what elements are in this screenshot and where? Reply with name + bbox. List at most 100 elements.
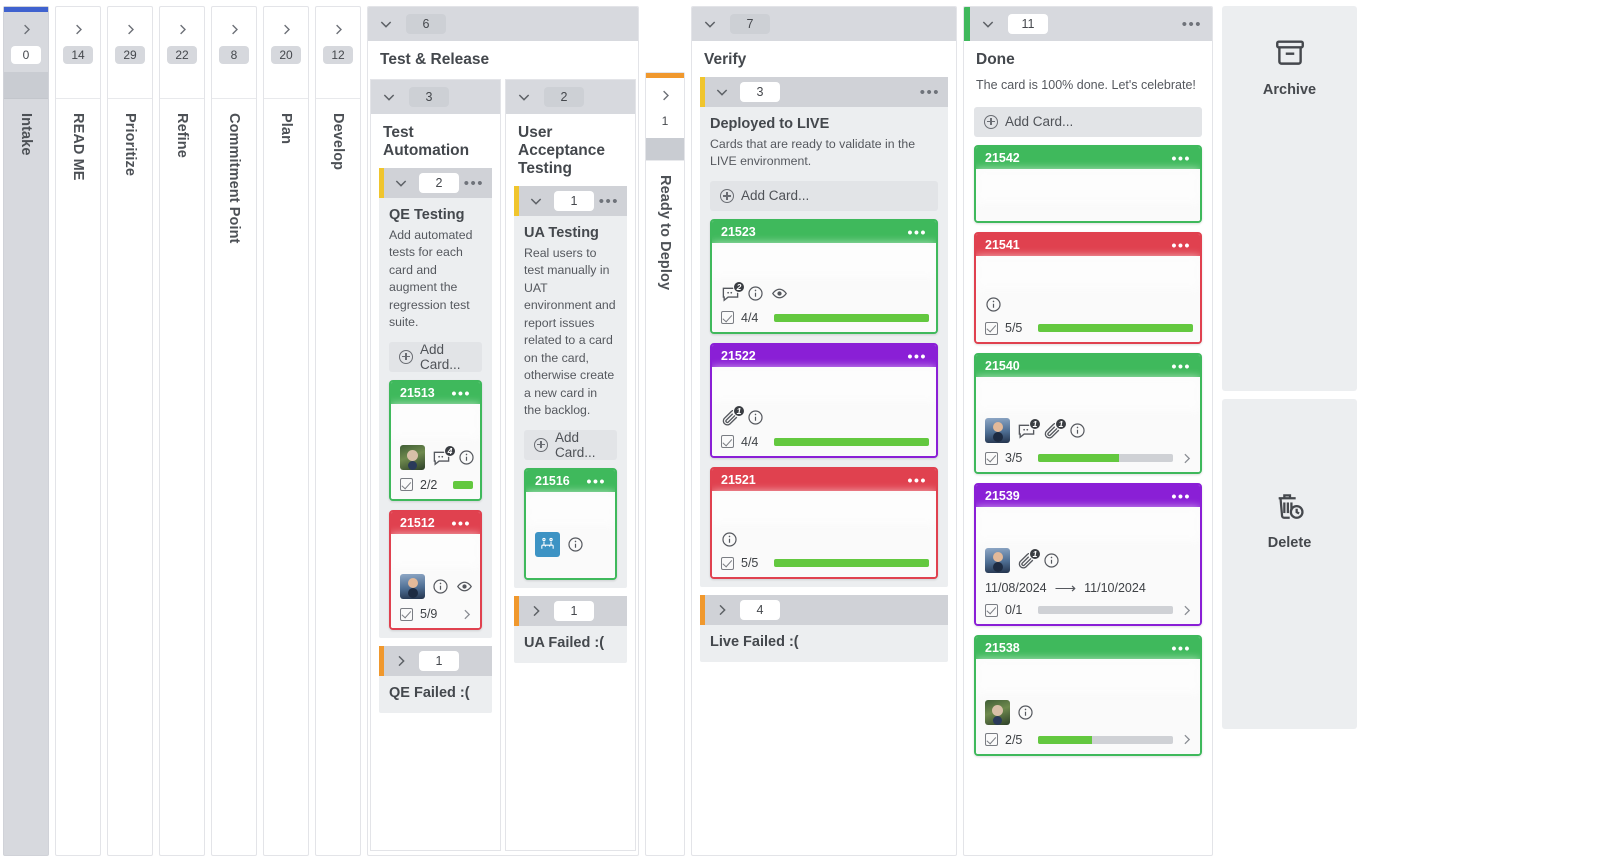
group-collapsed-ua-failed[interactable]: 1 UA Failed :(	[514, 596, 627, 664]
info-icon[interactable]	[432, 578, 449, 595]
group-header-deployed-to-live[interactable]: 3 •••	[700, 77, 948, 107]
lane-count-badge: 1	[650, 112, 680, 130]
plus-circle-icon	[984, 114, 998, 129]
lane-title: Intake	[18, 113, 34, 156]
card[interactable]: 21541 ••• 5/5	[974, 231, 1202, 345]
card[interactable]: 21521 ••• 5/5	[710, 466, 938, 580]
add-card-button[interactable]: Add Card...	[389, 341, 482, 372]
group-header-qe-testing[interactable]: 2 •••	[379, 168, 492, 198]
delete-drop-zone[interactable]: Delete	[1222, 399, 1357, 729]
info-icon[interactable]	[985, 296, 1002, 313]
sublane-header-test-automation[interactable]: 3	[371, 80, 500, 114]
lane-menu-icon[interactable]: •••	[1182, 16, 1202, 33]
attachment-icon[interactable]: 1	[1017, 548, 1041, 570]
checklist-ratio: 3/5	[1005, 451, 1023, 466]
chevron-down-icon[interactable]	[378, 16, 394, 32]
comment-icon[interactable]: 2	[721, 280, 745, 303]
chevron-down-icon[interactable]	[980, 16, 996, 32]
add-card-button[interactable]: Add Card...	[710, 180, 938, 211]
expand-arrow-icon[interactable]	[1180, 452, 1193, 465]
card[interactable]: 21539 ••• 1 11/08/2024 ⟶ 11/10/2024 0/1	[974, 483, 1202, 627]
sublane-header-uat[interactable]: 2	[506, 80, 635, 114]
chevron-down-icon[interactable]	[516, 89, 532, 105]
lane-header-verify[interactable]: 7	[692, 7, 956, 41]
sublane-row: 3 Test Automation 2 ••• QE Testing Add a…	[368, 77, 638, 855]
card-meta	[976, 289, 1200, 317]
lane-header-fill	[646, 138, 684, 160]
group-header-live-failed[interactable]: 4	[700, 595, 948, 626]
chevron-down-icon[interactable]	[381, 89, 397, 105]
chevron-right-icon[interactable]	[393, 653, 409, 669]
expand-arrow-icon[interactable]	[460, 608, 473, 621]
comment-icon[interactable]: 4	[432, 444, 456, 467]
lane-collapsed-develop[interactable]: 12 Develop	[315, 6, 361, 856]
chevron-down-icon[interactable]	[528, 193, 544, 209]
chevron-right-icon[interactable]	[56, 12, 100, 46]
chevron-right-icon[interactable]	[160, 12, 204, 46]
add-card-button[interactable]: Add Card...	[974, 106, 1202, 137]
info-icon[interactable]	[1043, 552, 1060, 569]
lane-header-fill	[264, 72, 308, 98]
lane-header-fill	[212, 72, 256, 98]
lane-header-test-and-release[interactable]: 6	[368, 7, 638, 41]
lane-count-badge: 12	[323, 46, 353, 64]
lane-header-fill	[56, 72, 100, 98]
group-menu-icon[interactable]: •••	[920, 84, 940, 101]
info-icon[interactable]	[458, 449, 475, 466]
attachment-icon[interactable]: 1	[721, 404, 745, 427]
lane-collapsed-refine[interactable]: 22 Refine	[159, 6, 205, 856]
info-icon[interactable]	[1069, 422, 1086, 439]
plus-circle-icon	[534, 437, 548, 452]
card-footer: 5/5	[712, 551, 936, 578]
group-header-ua-failed[interactable]: 1	[514, 596, 627, 627]
group-collapsed-live-failed[interactable]: 4 Live Failed :(	[700, 595, 948, 663]
chevron-right-icon[interactable]	[316, 12, 360, 46]
comment-icon[interactable]: 1	[1017, 418, 1041, 440]
info-icon[interactable]	[721, 531, 738, 548]
chevron-right-icon[interactable]	[4, 12, 48, 46]
lane-title: Plan	[278, 113, 294, 145]
lane-collapsed-ready-to-deploy[interactable]: 1 Ready to Deploy	[645, 72, 685, 856]
card[interactable]: 21522 ••• 1 4/4	[710, 342, 938, 458]
archive-drop-zone[interactable]: Archive	[1222, 6, 1357, 391]
sublane-title: Test Automation	[383, 124, 470, 159]
card[interactable]: 21538 ••• 2/5	[974, 635, 1202, 756]
card[interactable]: 21540 ••• 1 1 3/5	[974, 353, 1202, 475]
chevron-right-icon[interactable]	[264, 12, 308, 46]
add-card-button[interactable]: Add Card...	[524, 429, 617, 460]
group-header-qe-failed[interactable]: 1	[379, 646, 492, 677]
chevron-down-icon[interactable]	[393, 175, 409, 191]
expand-arrow-icon[interactable]	[1180, 604, 1193, 617]
lane-collapsed-prioritize[interactable]: 29 Prioritize	[107, 6, 153, 856]
card[interactable]: 21516 •••	[524, 467, 617, 581]
lane-collapsed-read-me[interactable]: 14 READ ME	[55, 6, 101, 856]
expand-arrow-icon[interactable]	[1180, 733, 1193, 746]
lane-collapsed-commitment-point[interactable]: 8 Commitment Point	[211, 6, 257, 856]
chevron-right-icon[interactable]	[528, 603, 544, 619]
group-menu-icon[interactable]: •••	[464, 175, 484, 192]
chevron-right-icon[interactable]	[212, 12, 256, 46]
chevron-right-icon[interactable]	[108, 12, 152, 46]
lane-collapsed-plan[interactable]: 20 Plan	[263, 6, 309, 856]
card[interactable]: 21512 ••• 5/9	[389, 509, 482, 631]
lane-header-done[interactable]: 11 •••	[964, 7, 1212, 41]
card[interactable]: 21523 ••• 2 4/4	[710, 218, 938, 334]
chevron-right-icon[interactable]	[646, 78, 684, 112]
watch-eye-icon[interactable]	[456, 578, 473, 595]
chevron-down-icon[interactable]	[702, 16, 718, 32]
lane-collapsed-intake[interactable]: 0 Intake	[3, 6, 49, 856]
watch-eye-icon[interactable]	[771, 285, 788, 302]
lane-count-badge: 8	[219, 46, 249, 64]
group-menu-icon[interactable]: •••	[599, 193, 619, 210]
info-icon[interactable]	[747, 409, 764, 426]
chevron-right-icon[interactable]	[714, 602, 730, 618]
info-icon[interactable]	[747, 285, 764, 302]
group-header-ua-testing[interactable]: 1 •••	[514, 186, 627, 216]
info-icon[interactable]	[567, 536, 584, 553]
card[interactable]: 21513 ••• 4 2/2	[389, 379, 482, 501]
card[interactable]: 21542 •••	[974, 144, 1202, 223]
group-collapsed-qe-failed[interactable]: 1 QE Failed :(	[379, 646, 492, 714]
info-icon[interactable]	[1017, 704, 1034, 721]
chevron-down-icon[interactable]	[714, 84, 730, 100]
attachment-icon[interactable]: 1	[1043, 418, 1067, 440]
